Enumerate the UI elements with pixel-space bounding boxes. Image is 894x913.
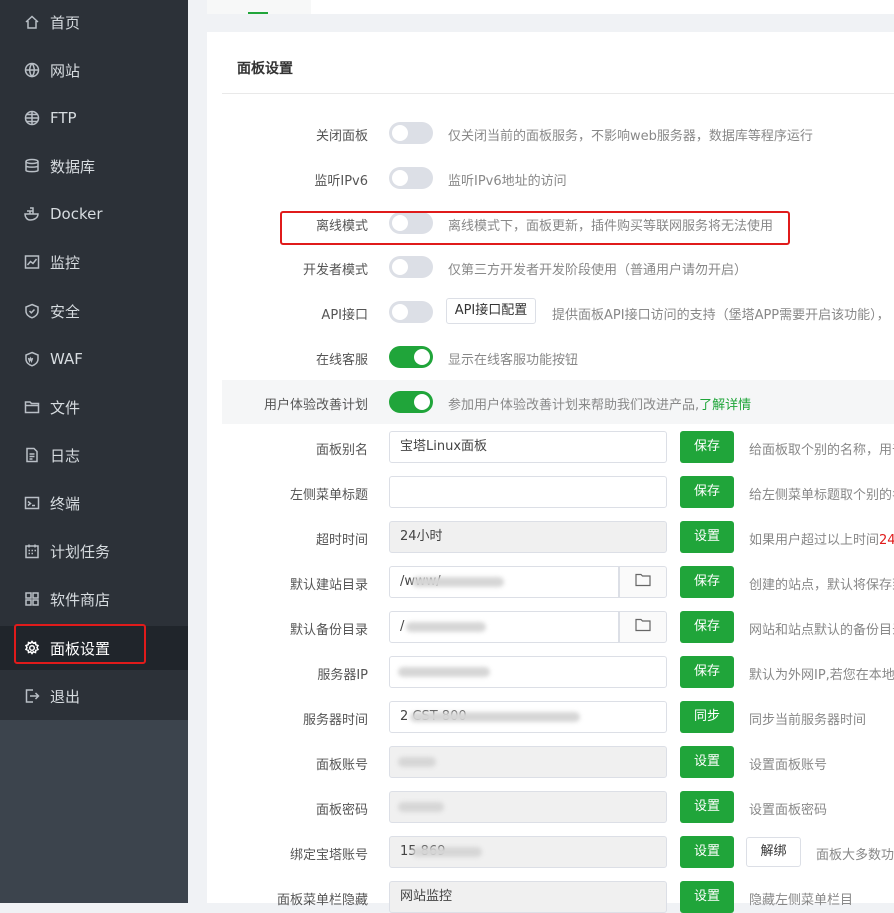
backup-dir-browse-button[interactable] [619,611,667,643]
menu-title-input[interactable] [389,476,667,508]
globe-icon [24,110,40,126]
menu-title-desc: 给左侧菜单标题取个别的名 [749,488,894,503]
unbind-button[interactable]: 解绑 [746,837,801,867]
server-ip-desc: 默认为外网IP,若您在本地虚 [749,668,894,683]
redaction [398,757,436,767]
panel-password-desc: 设置面板密码 [749,803,828,818]
panel-account-desc: 设置面板账号 [749,758,828,773]
panel-password-set-button[interactable]: 设置 [680,791,734,823]
sidebar-item-home[interactable]: 首页 [0,2,188,42]
home-icon [24,14,40,30]
developer-mode-toggle[interactable] [389,256,433,278]
server-ip-label: 服务器IP [317,668,368,683]
close-panel-label: 关闭面板 [315,129,368,144]
menu-hide-set-button[interactable]: 设置 [680,881,734,913]
highlight-box-offline-mode [280,211,790,245]
globe-icon [24,62,40,78]
site-dir-label: 默认建站目录 [289,578,368,593]
page-title: 面板设置 [237,61,293,77]
site-dir-desc: 创建的站点，默认将保存到 [749,578,894,593]
bind-account-set-button[interactable]: 设置 [680,836,734,868]
server-ip-save-button[interactable]: 保存 [680,656,734,688]
api-config-button[interactable]: API接口配置 [446,298,536,324]
ux-plan-label: 用户体验改善计划 [263,398,368,413]
site-dir-save-button[interactable]: 保存 [680,566,734,598]
sidebar-item-label: 退出 [50,687,81,706]
folder-icon [635,618,651,636]
backup-dir-desc: 网站和站点默认的备份目录 [749,623,894,638]
api-toggle[interactable] [389,301,433,323]
ipv6-toggle[interactable] [389,167,433,189]
panel-password-label: 面板密码 [315,803,368,818]
menu-hide-label: 面板菜单栏隐藏 [276,893,368,908]
sidebar-item-label: 网站 [50,61,81,80]
redaction [398,802,444,812]
menu-hide-desc: 隐藏左侧菜单栏目 [749,893,854,908]
backup-dir-label: 默认备份目录 [289,623,368,638]
panel-alias-label: 面板别名 [315,443,368,458]
close-panel-toggle[interactable] [389,122,433,144]
api-label: API接口 [321,308,368,323]
redaction [410,712,580,722]
server-time-desc: 同步当前服务器时间 [749,713,867,728]
bind-account-label: 绑定宝塔账号 [289,848,368,863]
apps-icon [24,591,40,607]
close-panel-desc: 仅关闭当前的面板服务，不影响web服务器，数据库等程序运行 [448,129,813,144]
timeout-set-button[interactable]: 设置 [680,521,734,553]
server-time-sync-button[interactable]: 同步 [680,701,734,733]
developer-mode-desc: 仅第三方开发者开发阶段使用（普通用户请勿开启） [448,263,748,278]
ux-plan-desc: 参加用户体验改善计划来帮助我们改进产品,了解详情 [448,398,752,413]
bind-account-desc: 面板大多数功能 [816,848,894,863]
panel-alias-desc: 给面板取个别的名称，用于 [749,443,894,458]
sidebar-item-website[interactable]: 网站 [0,50,188,90]
timeout-label: 超时时间 [315,533,368,548]
menu-title-label: 左侧菜单标题 [289,488,368,503]
online-service-toggle[interactable] [389,346,433,368]
ipv6-label: 监听IPv6 [314,174,368,189]
menu-title-save-button[interactable]: 保存 [680,476,734,508]
online-service-desc: 显示在线客服功能按钮 [448,353,579,368]
timeout-input[interactable]: 24小时 [389,521,667,553]
site-dir-browse-button[interactable] [619,566,667,598]
redaction [398,667,490,677]
ipv6-desc: 监听IPv6地址的访问 [448,174,567,189]
panel-alias-save-button[interactable]: 保存 [680,431,734,463]
api-desc: 提供面板API接口访问的支持（堡塔APP需要开启该功能）， [552,308,890,323]
redaction [412,577,504,587]
panel-account-label: 面板账号 [315,758,368,773]
ux-plan-toggle[interactable] [389,391,433,413]
redaction [412,847,482,857]
panel-account-set-button[interactable]: 设置 [680,746,734,778]
divider [222,93,894,94]
logout-icon [24,688,40,704]
redaction [406,622,486,632]
folder-icon [635,573,651,591]
sidebar-item-label: 首页 [50,13,81,32]
backup-dir-save-button[interactable]: 保存 [680,611,734,643]
learn-more-link[interactable]: 了解详情 [699,398,751,413]
server-time-label: 服务器时间 [302,713,368,728]
timeout-desc: 如果用户超过以上时间24 [749,533,894,548]
panel-alias-input[interactable]: 宝塔Linux面板 [389,431,667,463]
tab-active-indicator [248,12,268,14]
menu-hide-input[interactable]: 网站监控 [389,881,667,913]
developer-mode-label: 开发者模式 [302,263,368,278]
online-service-label: 在线客服 [315,353,368,368]
